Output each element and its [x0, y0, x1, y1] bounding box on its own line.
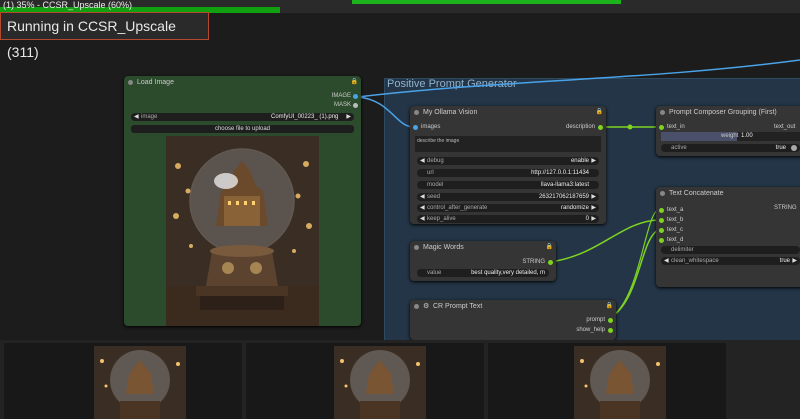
- node-title: Magic Words: [423, 244, 464, 251]
- prompt-composer-node[interactable]: Prompt Composer Grouping (First) text_in…: [656, 106, 800, 156]
- widget-delimiter[interactable]: delimiter: [661, 246, 800, 254]
- gear-icon: ⚙: [423, 303, 430, 310]
- active-toggle[interactable]: active true: [661, 144, 800, 152]
- upload-button[interactable]: choose file to upload: [131, 125, 354, 133]
- node-collapse-dot[interactable]: [660, 191, 665, 196]
- image-select-widget[interactable]: ◀ image ComfyUI_00223_ (1).png ▶: [131, 113, 354, 121]
- image-preview: [166, 136, 319, 326]
- input-text-c-label: text_c: [667, 227, 684, 233]
- node-title: Load Image: [137, 79, 174, 86]
- widget-url[interactable]: url http://127.0.0.1:11434: [417, 169, 599, 177]
- prompt-textarea[interactable]: describe the image: [415, 136, 601, 152]
- node-collapse-dot[interactable]: [660, 110, 665, 115]
- lock-icon[interactable]: 🔒: [606, 302, 613, 309]
- load-image-node[interactable]: Load Image 🔒 IMAGE MASK ◀ image ComfyUI_…: [124, 76, 361, 326]
- output-show-help-slot[interactable]: [608, 328, 613, 333]
- input-text-in-slot[interactable]: [659, 125, 664, 130]
- node-title: Prompt Composer Grouping (First): [669, 109, 777, 116]
- node-collapse-dot[interactable]: [414, 304, 419, 309]
- widget-control-after-generate[interactable]: ◀ control_after_generate randomize ▶: [417, 204, 599, 212]
- output-string-slot[interactable]: [548, 260, 553, 265]
- output-mask-slot[interactable]: [353, 103, 358, 108]
- output-description-label: description: [565, 124, 595, 130]
- widget-clean-whitespace[interactable]: ◀ clean_whitespace true ▶: [661, 257, 800, 265]
- output-string-label: STRING: [522, 259, 545, 265]
- input-text-b-slot[interactable]: [659, 218, 664, 223]
- magic-words-node[interactable]: Magic Words 🔒 STRING value best quality,v…: [410, 241, 556, 281]
- thumbnail-image-3[interactable]: [574, 346, 666, 419]
- input-text-d-label: text_d: [667, 237, 684, 243]
- right-arrow-icon[interactable]: ▶: [346, 113, 351, 121]
- widget-seed[interactable]: ◀ seed 263217062187659 ▶: [417, 193, 599, 201]
- text-concatenate-node[interactable]: Text Concatenate STRING text_a text_b te…: [656, 187, 800, 287]
- left-arrow-icon[interactable]: ◀: [134, 113, 139, 121]
- node-title: Text Concatenate: [669, 190, 724, 197]
- input-text-b-label: text_b: [667, 217, 684, 223]
- output-text-out-label: text_out: [774, 124, 796, 130]
- widget-keep-alive[interactable]: ◀ keep_alive 0 ▶: [417, 215, 599, 223]
- input-text-c-slot[interactable]: [659, 228, 664, 233]
- node-title: My Ollama Vision: [423, 109, 478, 116]
- output-prompt-label: prompt: [586, 317, 605, 323]
- output-string-label: STRING: [774, 205, 797, 211]
- node-collapse-dot[interactable]: [414, 245, 419, 250]
- node-title: CR Prompt Text: [433, 303, 483, 310]
- input-text-a-slot[interactable]: [659, 208, 664, 213]
- thumbnail-image-1[interactable]: [94, 346, 186, 419]
- output-image-label: IMAGE: [331, 93, 351, 99]
- output-prompt-slot[interactable]: [608, 318, 613, 323]
- widget-debug[interactable]: ◀ debug enable ▶: [417, 157, 599, 165]
- lock-icon[interactable]: 🔒: [546, 243, 553, 250]
- input-images-slot[interactable]: [413, 125, 418, 130]
- input-images-label: images: [421, 124, 441, 130]
- lock-icon[interactable]: 🔒: [351, 78, 358, 85]
- node-collapse-dot[interactable]: [128, 80, 133, 85]
- link-image-offscreen: [357, 59, 800, 98]
- node-collapse-dot[interactable]: [414, 110, 419, 115]
- thumbnail-image-2[interactable]: [334, 346, 426, 419]
- weight-slider[interactable]: weight 1.00: [661, 132, 800, 141]
- widget-value[interactable]: value best quality,very detailed, m: [417, 269, 549, 277]
- output-description-slot[interactable]: [598, 125, 603, 130]
- lock-icon[interactable]: 🔒: [596, 108, 603, 115]
- link-image-to-ollama: [357, 96, 413, 128]
- output-mask-label: MASK: [333, 102, 351, 108]
- toggle-icon: [791, 145, 797, 151]
- output-show-help-label: show_help: [576, 327, 605, 333]
- widget-model[interactable]: model llava-llama3:latest: [417, 181, 599, 189]
- input-text-in-label: text_in: [667, 124, 685, 130]
- cr-prompt-text-node[interactable]: ⚙ CR Prompt Text 🔒 prompt show_help: [410, 300, 616, 340]
- link-prompt-to-concat: [609, 229, 659, 319]
- ollama-vision-node[interactable]: My Ollama Vision 🔒 images description de…: [410, 106, 606, 224]
- output-image-slot[interactable]: [353, 94, 358, 99]
- input-text-a-label: text_a: [667, 207, 684, 213]
- input-text-d-slot[interactable]: [659, 238, 664, 243]
